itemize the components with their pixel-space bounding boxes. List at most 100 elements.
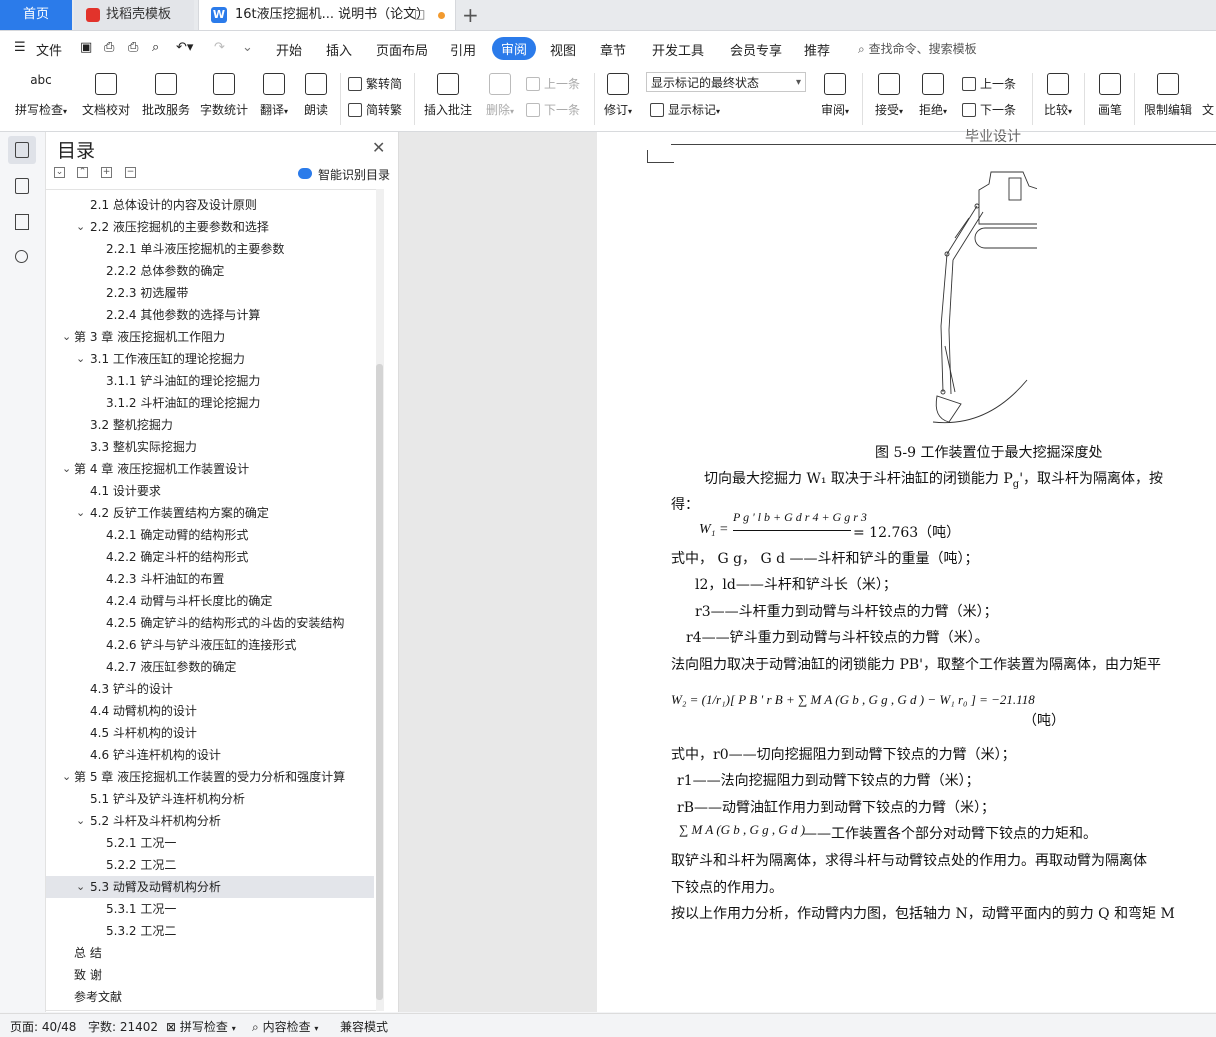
word-count-button[interactable]: 字数统计 bbox=[198, 73, 250, 118]
spell-check-button[interactable]: abc 拼写检查▾ bbox=[10, 73, 72, 118]
toc-item[interactable]: 3.1.1 铲斗油缸的理论挖掘力 bbox=[46, 370, 374, 392]
print-preview-icon[interactable]: ⌕ bbox=[152, 40, 159, 55]
batch-service-button[interactable]: 批改服务 bbox=[140, 73, 192, 118]
prev-comment-button[interactable]: 上一条 bbox=[526, 75, 580, 92]
toc-item[interactable]: 4.2.3 斗杆油缸的布置 bbox=[46, 568, 374, 590]
print-icon[interactable]: ⎙ bbox=[128, 40, 138, 55]
remove-heading-icon[interactable]: − bbox=[125, 167, 136, 178]
insert-comment-button[interactable]: 插入批注 bbox=[420, 73, 476, 118]
read-aloud-button[interactable]: 朗读 bbox=[300, 73, 332, 118]
toc-item[interactable]: 2.1 总体设计的内容及设计原则 bbox=[46, 194, 374, 216]
bookmark-nav-button[interactable] bbox=[8, 208, 36, 236]
close-icon[interactable]: ✕ bbox=[372, 138, 385, 157]
expand-all-icon[interactable]: ⌄ bbox=[54, 167, 65, 178]
export-pdf-icon[interactable]: ⎙ bbox=[104, 40, 114, 55]
restrict-edit-button[interactable]: 限制编辑 bbox=[1140, 73, 1196, 118]
toc-item[interactable]: 2.2.2 总体参数的确定 bbox=[46, 260, 374, 282]
chevron-down-icon[interactable]: ⌄ bbox=[76, 876, 85, 898]
pen-button[interactable]: 画笔 bbox=[1092, 73, 1128, 118]
menu-file[interactable]: 文件 bbox=[36, 40, 62, 59]
chevron-down-icon[interactable]: ⌄ bbox=[62, 766, 71, 788]
menu-review[interactable]: 审阅 bbox=[492, 37, 537, 60]
next-change-button[interactable]: 下一条 bbox=[962, 101, 1016, 118]
toc-item[interactable]: 4.2.6 铲斗与铲斗液压缸的连接形式 bbox=[46, 634, 374, 656]
reject-button[interactable]: 拒绝▾ bbox=[914, 73, 952, 118]
word-count-indicator[interactable]: 字数: 21402 bbox=[88, 1018, 158, 1035]
simp-to-trad-button[interactable]: 简转繁 bbox=[348, 101, 402, 118]
toc-item[interactable]: 5.2.2 工况二 bbox=[46, 854, 374, 876]
menu-view[interactable]: 视图 bbox=[550, 40, 576, 59]
menu-member[interactable]: 会员专享 bbox=[730, 40, 782, 59]
toc-item[interactable]: 4.2.1 确定动臂的结构形式 bbox=[46, 524, 374, 546]
chevron-down-icon[interactable]: ⌄ bbox=[62, 458, 71, 480]
markup-state-select[interactable]: 显示标记的最终状态 bbox=[646, 72, 806, 93]
compare-button[interactable]: 比较▾ bbox=[1038, 73, 1078, 118]
toc-item[interactable]: 5.2.1 工况一 bbox=[46, 832, 374, 854]
command-search[interactable]: ⌕ 查找命令、搜索模板 bbox=[858, 40, 977, 57]
chevron-down-icon[interactable]: ⌄ bbox=[76, 348, 85, 370]
toc-item[interactable]: ⌄ 5.2 斗杆及斗杆机构分析 bbox=[46, 810, 374, 832]
toc-item[interactable]: 5.1 铲斗及铲斗连杆机构分析 bbox=[46, 788, 374, 810]
toc-item[interactable]: 4.1 设计要求 bbox=[46, 480, 374, 502]
toc-item[interactable]: 4.6 铲斗连杆机构的设计 bbox=[46, 744, 374, 766]
show-markup-button[interactable]: 显示标记▾ bbox=[650, 101, 720, 118]
toc-item[interactable]: ⌄ 2.2 液压挖掘机的主要参数和选择 bbox=[46, 216, 374, 238]
toc-item[interactable]: 2.2.3 初选履带 bbox=[46, 282, 374, 304]
content-check-status[interactable]: ⌕ 内容检查 ▾ bbox=[252, 1018, 318, 1035]
quick-access-dropdown-icon[interactable]: ⌄ bbox=[242, 40, 253, 55]
toc-item[interactable]: ⌄ 5.3 动臂及动臂机构分析 bbox=[46, 876, 374, 898]
add-heading-icon[interactable]: + bbox=[101, 167, 112, 178]
smart-toc-button[interactable]: 智能识别目录 bbox=[318, 166, 390, 183]
doc-more-button[interactable]: 文 bbox=[1200, 73, 1216, 118]
prev-change-button[interactable]: 上一条 bbox=[962, 75, 1016, 92]
toc-item[interactable]: 3.2 整机挖掘力 bbox=[46, 414, 374, 436]
find-nav-button[interactable] bbox=[8, 244, 36, 272]
track-changes-button[interactable]: 修订▾ bbox=[600, 73, 636, 118]
toc-item[interactable]: 总 结 bbox=[46, 942, 374, 964]
menu-insert[interactable]: 插入 bbox=[326, 40, 352, 59]
toc-item[interactable]: 3.3 整机实际挖掘力 bbox=[46, 436, 374, 458]
toc-item[interactable]: 3.1.2 斗杆油缸的理论挖掘力 bbox=[46, 392, 374, 414]
toc-item[interactable]: 4.2.5 确定铲斗的结构形式的斗齿的安装结构 bbox=[46, 612, 374, 634]
chevron-down-icon[interactable]: ⌄ bbox=[76, 810, 85, 832]
toc-item[interactable]: 4.5 斗杆机构的设计 bbox=[46, 722, 374, 744]
toc-item[interactable]: ⌄ 4.2 反铲工作装置结构方案的确定 bbox=[46, 502, 374, 524]
tab-home[interactable]: 首页 bbox=[0, 0, 72, 30]
menu-page-layout[interactable]: 页面布局 bbox=[376, 40, 428, 59]
toc-item[interactable]: ⌄ 第 3 章 液压挖掘机工作阻力 bbox=[46, 326, 374, 348]
menu-chapter[interactable]: 章节 bbox=[600, 40, 626, 59]
chevron-down-icon[interactable]: ⌄ bbox=[76, 502, 85, 524]
toc-item[interactable]: 4.4 动臂机构的设计 bbox=[46, 700, 374, 722]
toc-item[interactable]: 2.2.1 单斗液压挖掘机的主要参数 bbox=[46, 238, 374, 260]
review-pane-button[interactable]: 审阅▾ bbox=[816, 73, 854, 118]
toc-item[interactable]: 4.2.2 确定斗杆的结构形式 bbox=[46, 546, 374, 568]
spell-check-status[interactable]: ⊠ 拼写检查 ▾ bbox=[166, 1018, 236, 1035]
page-indicator[interactable]: 页面: 40/48 bbox=[10, 1018, 76, 1035]
document-page[interactable]: 毕业设计 图 5-9 工作装置位于最大挖掘深度处 切向最大挖掘力 W₁ 取决于斗… bbox=[597, 129, 1216, 1012]
undo-icon[interactable]: ↶▾ bbox=[176, 40, 193, 55]
menu-recommend[interactable]: 推荐 bbox=[804, 40, 830, 59]
toc-item[interactable]: ⌄ 3.1 工作液压缸的理论挖掘力 bbox=[46, 348, 374, 370]
menu-developer[interactable]: 开发工具 bbox=[652, 40, 704, 59]
toc-item[interactable]: 参考文献 bbox=[46, 986, 374, 1008]
toc-item[interactable]: 5.3.1 工况一 bbox=[46, 898, 374, 920]
toc-scrollbar-thumb[interactable] bbox=[376, 364, 383, 1000]
next-comment-button[interactable]: 下一条 bbox=[526, 101, 580, 118]
accept-button[interactable]: 接受▾ bbox=[870, 73, 908, 118]
trad-to-simp-button[interactable]: 繁转简 bbox=[348, 75, 402, 92]
toc-item[interactable]: 5.3.2 工况二 bbox=[46, 920, 374, 942]
toc-item[interactable]: 4.2.7 液压缸参数的确定 bbox=[46, 656, 374, 678]
chevron-down-icon[interactable]: ⌄ bbox=[76, 216, 85, 238]
hamburger-menu-icon[interactable]: ☰ bbox=[14, 40, 26, 55]
toc-item[interactable]: ⌄ 第 4 章 液压挖掘机工作装置设计 bbox=[46, 458, 374, 480]
save-icon[interactable]: ▣ bbox=[80, 40, 92, 55]
toc-item[interactable]: 2.2.4 其他参数的选择与计算 bbox=[46, 304, 374, 326]
toc-nav-button[interactable] bbox=[8, 136, 36, 164]
tab-template[interactable]: 找稻壳模板 bbox=[74, 0, 194, 30]
menu-start[interactable]: 开始 bbox=[276, 40, 302, 59]
chapter-nav-button[interactable] bbox=[8, 172, 36, 200]
redo-icon[interactable]: ↷ bbox=[214, 40, 225, 55]
new-tab-plus-icon[interactable]: + bbox=[462, 3, 479, 27]
toc-item[interactable]: 4.2.4 动臂与斗杆长度比的确定 bbox=[46, 590, 374, 612]
chevron-down-icon[interactable]: ⌄ bbox=[62, 326, 71, 348]
